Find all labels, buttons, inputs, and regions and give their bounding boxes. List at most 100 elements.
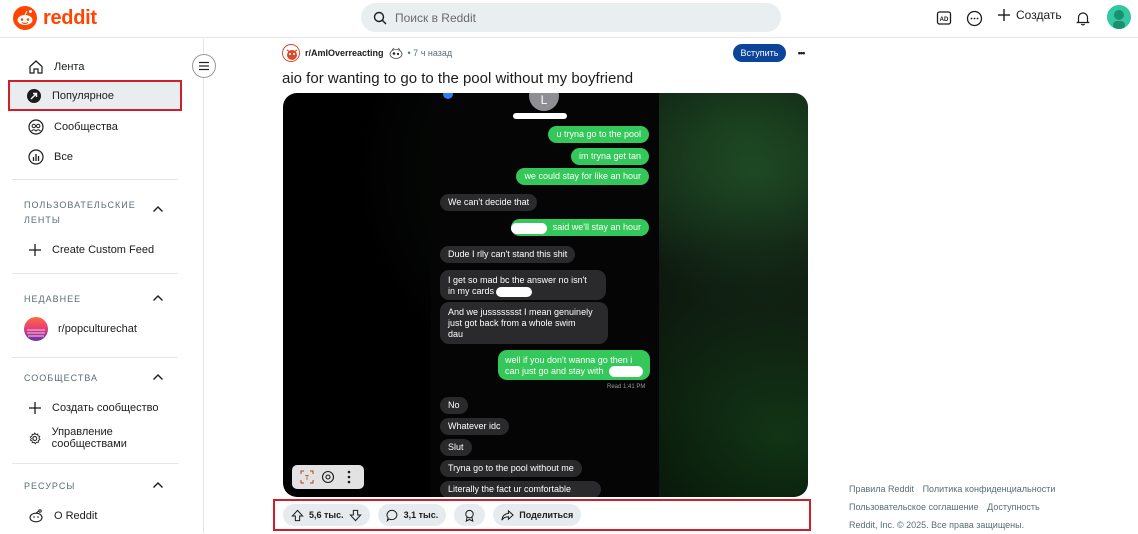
communities-icon — [28, 119, 44, 135]
share-button[interactable]: Поделиться — [493, 504, 582, 526]
share-label: Поделиться — [519, 510, 574, 520]
message-bubble: We can't decide that — [440, 194, 538, 211]
post-time: • 7 ч назад — [407, 48, 453, 58]
award-icon — [389, 47, 402, 59]
comment-count: 3,1 тыс. — [403, 510, 439, 520]
popular-icon — [27, 88, 41, 103]
post-image[interactable]: L u tryna go to the pool im tryna get ta… — [283, 93, 808, 497]
sidebar-item-communities[interactable]: Сообщества — [12, 113, 178, 141]
sidebar-divider — [12, 357, 178, 358]
reddit-alien-icon — [29, 509, 43, 523]
chat-screenshot: L u tryna go to the pool im tryna get ta… — [431, 93, 659, 497]
sidebar-item-popular[interactable]: Популярное — [8, 80, 182, 111]
chevron-up-icon[interactable] — [152, 481, 164, 489]
about-reddit-label: О Reddit — [54, 510, 98, 522]
search-bar[interactable] — [361, 3, 781, 32]
notifications-button[interactable] — [1073, 8, 1093, 28]
vote-control: 5,6 тыс. — [283, 504, 370, 526]
recent-item-label: r/popculturechat — [58, 323, 137, 335]
recent-item-popculturechat[interactable]: r/popculturechat — [12, 315, 178, 343]
bell-icon — [1076, 12, 1090, 26]
footer-link-privacy[interactable]: Политика конфиденциальности — [923, 484, 1056, 494]
message-bubble: Literally the fact ur comfortable — [440, 481, 602, 497]
create-community[interactable]: Создать сообщество — [12, 394, 178, 422]
upvote-icon[interactable] — [291, 509, 304, 522]
subreddit-avatar[interactable] — [282, 44, 300, 62]
sidebar-item-label: Популярное — [52, 89, 115, 102]
reddit-logo-icon — [13, 6, 37, 30]
more-icon: ••• — [797, 48, 806, 58]
reddit-logo[interactable]: reddit — [12, 5, 97, 31]
communities-title: СООБЩЕСТВА — [24, 373, 99, 383]
vote-count: 5,6 тыс. — [309, 510, 344, 520]
sidebar-item-label: Лента — [54, 61, 85, 73]
plus-icon — [29, 402, 41, 414]
read-receipt: Read 1:41 PM — [607, 384, 646, 390]
user-avatar[interactable] — [1107, 5, 1131, 29]
redaction-mark — [513, 113, 567, 119]
award-ribbon-icon — [465, 509, 474, 522]
sidebar-item-home[interactable]: Лента — [12, 53, 178, 81]
search-input[interactable] — [395, 10, 755, 25]
post-title[interactable]: aio for wanting to go to the pool withou… — [282, 70, 633, 87]
redaction-mark — [511, 223, 547, 234]
downvote-icon[interactable] — [348, 509, 362, 522]
message-bubble: im tryna get tan — [570, 148, 649, 165]
footer-link-accessibility[interactable]: Доступность — [987, 502, 1040, 512]
about-reddit[interactable]: О Reddit — [12, 502, 178, 530]
chevron-up-icon[interactable] — [152, 294, 164, 302]
gear-icon — [29, 431, 41, 444]
message-bubble: No — [440, 397, 468, 414]
chat-button[interactable] — [964, 8, 984, 28]
create-label: Создать — [1016, 8, 1062, 22]
svg-text:AD: AD — [940, 17, 949, 23]
join-button[interactable]: Вступить — [733, 44, 786, 62]
collapse-sidebar-button[interactable] — [192, 54, 216, 78]
visual-search-icon — [321, 470, 335, 484]
manage-communities[interactable]: Управление сообществами — [12, 424, 178, 452]
chevron-up-icon[interactable] — [152, 373, 164, 381]
search-icon — [373, 11, 387, 24]
visual-search-button[interactable] — [319, 468, 337, 486]
footer-link-rules[interactable]: Правила Reddit — [849, 484, 914, 494]
right-footer: Правила Reddit Политика конфиденциальнос… — [849, 480, 1109, 534]
recent-title: НЕДАВНЕЕ — [24, 294, 82, 304]
home-icon — [29, 60, 43, 74]
top-header: reddit AD Создать — [0, 0, 1138, 38]
create-custom-feed-label: Create Custom Feed — [52, 244, 155, 256]
more-options-button[interactable]: ••• — [792, 44, 810, 62]
message-bubble: Whatever idc — [440, 418, 509, 435]
footer-link-user-agreement[interactable]: Пользовательское соглашение — [849, 502, 979, 512]
contact-initial: L — [540, 93, 548, 107]
comment-icon — [386, 509, 397, 522]
message-bubble: Dude I rlly can't stand this shit — [440, 246, 576, 263]
copyright: Reddit, Inc. © 2025. Все права защищены. — [849, 520, 1025, 530]
manage-communities-label: Управление сообществами — [51, 426, 127, 450]
contact-avatar: L — [529, 93, 559, 111]
plus-icon — [998, 9, 1010, 21]
back-arrow-icon — [443, 93, 453, 99]
redaction-mark — [609, 366, 643, 377]
create-custom-feed[interactable]: Create Custom Feed — [12, 236, 178, 264]
comments-button[interactable]: 3,1 тыс. — [377, 504, 447, 526]
create-button[interactable]: Создать — [997, 8, 1062, 22]
advertise-button[interactable]: AD — [934, 8, 954, 28]
redaction-mark — [496, 287, 532, 297]
image-more-button[interactable] — [340, 468, 358, 486]
message-bubble: Slut — [440, 439, 472, 456]
message-line: can just go and stay with — [505, 366, 604, 376]
custom-feeds-title: ПОЛЬЗОВАТЕЛЬСКИЕ ЛЕНТЫ — [24, 200, 136, 225]
create-community-label: Создать сообщество — [52, 402, 159, 414]
message-line: dau — [448, 329, 464, 339]
logo-wordmark: reddit — [43, 6, 97, 29]
message-line: I get so mad bc the answer no isn't — [448, 275, 587, 285]
chevron-up-icon[interactable] — [152, 205, 164, 213]
post-action-bar: 5,6 тыс. 3,1 тыс. Поделиться — [273, 499, 811, 531]
sidebar-item-all[interactable]: Все — [12, 143, 178, 171]
post-meta: r/AmIOverreacting • 7 ч назад — [282, 44, 452, 62]
sidebar-divider — [12, 179, 178, 180]
menu-icon — [199, 61, 209, 71]
text-scan-button[interactable]: T — [298, 468, 316, 486]
subreddit-link[interactable]: r/AmIOverreacting — [305, 48, 384, 58]
award-button[interactable] — [454, 504, 486, 526]
